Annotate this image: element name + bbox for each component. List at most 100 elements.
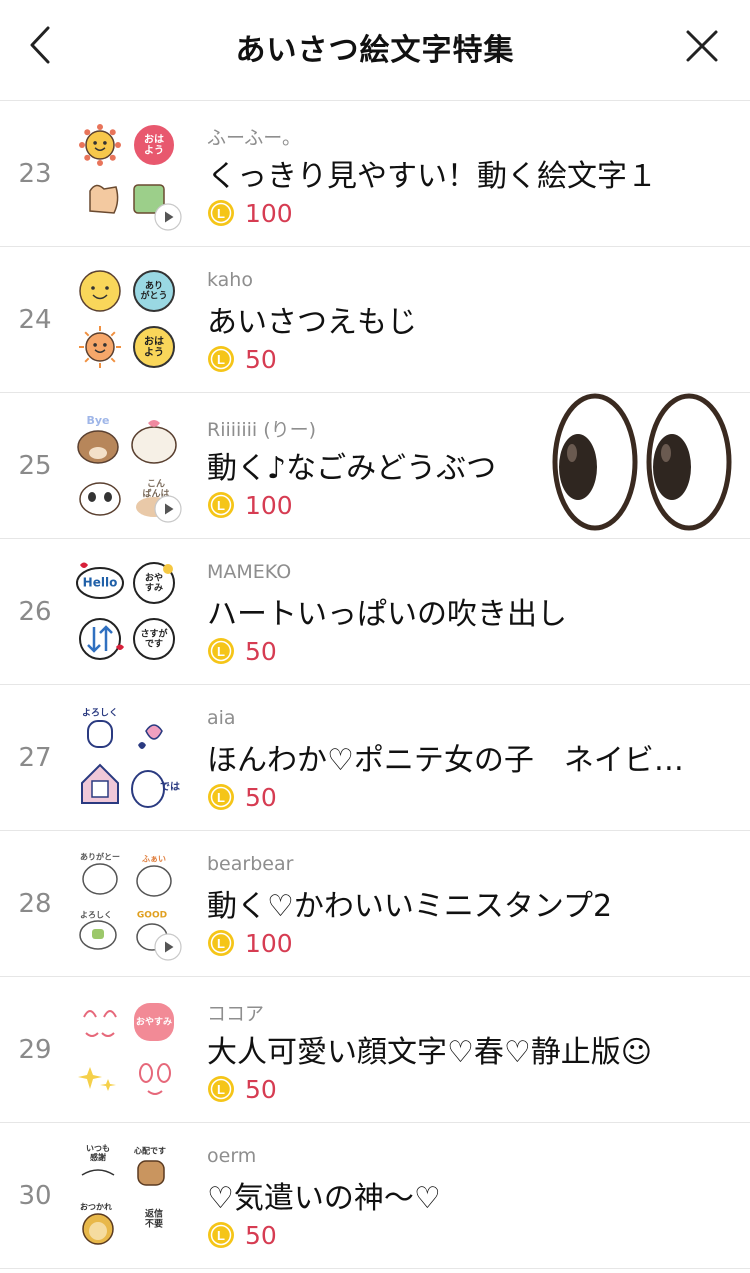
price: L 100	[207, 490, 293, 520]
sticker-panda-eye	[88, 492, 96, 502]
rank-number: 23	[18, 159, 52, 189]
sun-ray	[84, 331, 90, 337]
sticker-text: よろしく	[80, 911, 112, 920]
price-value: 50	[245, 1074, 277, 1104]
coin-letter: L	[217, 1228, 225, 1243]
emoji-set-thumbnail[interactable]: おやすみ	[76, 997, 180, 1101]
rank-number: 24	[18, 305, 52, 335]
sticker-thumbsup	[89, 184, 119, 214]
coin-icon: L	[208, 346, 234, 372]
sticker-bear-snout	[89, 447, 107, 459]
sticker-face	[79, 270, 121, 312]
sticker-thumbnail-image: よろしくでは	[81, 708, 180, 808]
sticker-eye	[139, 1063, 153, 1083]
sticker-bear	[136, 865, 172, 897]
coin-icon: L	[208, 930, 234, 956]
price-value: 50	[245, 782, 277, 812]
emoji-set-thumbnail[interactable]: おは よう	[76, 121, 182, 231]
emoji-set-title[interactable]: ほんわか♡ポニテ女の子 ネイビ…	[207, 735, 727, 779]
coin-icon: L	[208, 784, 234, 810]
list-item[interactable]: 30 いつも 感謝 心配です おつかれ 返信 不要 oerm ♡気遣いの神〜♡ L 50	[0, 1123, 750, 1269]
sticker-moon	[163, 564, 173, 574]
sticker-thumbnail-image: ありがとうおはよう	[79, 270, 175, 368]
sticker-text: よう	[144, 145, 164, 157]
emoji-set-title[interactable]: 動く♡かわいいミニスタンプ2	[207, 881, 727, 925]
sticker-eye	[157, 1063, 171, 1083]
list-item[interactable]: 29 おやすみ ココア 大人可愛い顔文字♡春♡静止版☺ L 50	[0, 977, 750, 1123]
author-name: oerm	[207, 1145, 257, 1167]
price-value: 100	[245, 490, 293, 520]
sticker-bear	[82, 863, 118, 895]
coin-letter: L	[217, 644, 225, 659]
emoji-set-thumbnail[interactable]: いつも 感謝 心配です おつかれ 返信 不要	[76, 1143, 180, 1247]
price-value: 50	[245, 636, 277, 666]
sticker-text: Bye	[86, 414, 109, 427]
page-title: あいさつ絵文字特集	[235, 33, 515, 68]
price-value: 100	[245, 928, 293, 958]
list-item[interactable]: 24 あり がとう おは よう kaho あいさつえもじ L 50	[0, 247, 750, 393]
price: L 50	[207, 782, 277, 812]
play-icon	[154, 203, 182, 231]
emoji-set-thumbnail[interactable]: Hello おや すみ さすが です	[76, 559, 180, 663]
sticker-face	[85, 130, 115, 160]
sticker-thumbnail-image: いつも感謝 心配ですおつかれ返信不要	[80, 1144, 166, 1245]
emoji-set-thumbnail[interactable]: Bye こん ばんは	[76, 413, 182, 523]
header-bar: あいさつ絵文字特集	[0, 0, 750, 101]
author-name: MAMEKO	[207, 561, 292, 583]
price: L 50	[207, 1221, 277, 1250]
sticker-line	[81, 1169, 115, 1176]
rank-number: 27	[18, 743, 52, 773]
sticker-text: Hello	[83, 576, 118, 590]
sticker-eye	[105, 286, 109, 290]
coin-icon: L	[208, 638, 234, 664]
emoji-set-title[interactable]: ♡気遣いの神〜♡	[207, 1173, 727, 1217]
rank-number: 25	[18, 451, 52, 481]
coin-icon: L	[208, 1222, 234, 1248]
sticker-eye	[103, 343, 107, 347]
emoji-set-thumbnail[interactable]: ありがとー ふぁい よろしく GOOD	[76, 851, 182, 961]
author-name: bearbear	[207, 853, 294, 875]
sticker-text: すみ	[145, 583, 163, 594]
sun-ray	[109, 154, 116, 161]
coin-icon: L	[208, 1076, 234, 1102]
emoji-set-title[interactable]: 大人可愛い顔文字♡春♡静止版☺	[207, 1027, 727, 1071]
sticker-heart	[148, 420, 160, 427]
sun-ray	[115, 142, 121, 148]
emoji-set-title[interactable]: あいさつえもじ	[207, 297, 727, 341]
sticker-eye	[103, 141, 107, 145]
coin-letter: L	[217, 352, 225, 367]
sticker-card	[92, 929, 104, 939]
sticker-cat	[131, 426, 177, 464]
coin-icon: L	[208, 492, 234, 518]
close-icon[interactable]	[682, 26, 722, 66]
play-icon	[154, 495, 182, 523]
rank-number: 29	[18, 1035, 52, 1065]
sun-ray	[84, 357, 90, 363]
sticker-sparkle	[78, 1067, 102, 1089]
sticker-text: GOOD	[137, 911, 167, 921]
sun-ray	[84, 154, 91, 161]
sticker-text: よろしく	[82, 708, 118, 719]
sticker-heart	[80, 562, 88, 568]
price: L 50	[207, 636, 277, 666]
sticker-heart	[145, 724, 163, 740]
sticker-cheeks	[85, 1032, 115, 1037]
sticker-text: こん	[147, 479, 165, 490]
emoji-set-thumbnail[interactable]: よろしく では	[76, 705, 180, 809]
sticker-thumbnail-image: おやすみ	[78, 1003, 174, 1095]
list-item[interactable]: 28 ありがとー ふぁい よろしく GOOD bearbear 動く♡かわいいミニスタンプ2…	[0, 831, 750, 977]
sticker-mouth	[147, 1090, 163, 1095]
emoji-set-title[interactable]: くっきり見やすい！動く絵文字１	[207, 151, 727, 195]
rank-number: 30	[18, 1181, 52, 1211]
list-item[interactable]: 27 よろしく では aia ほんわか♡ポニテ女の子 ネイビ… L 50	[0, 685, 750, 831]
sticker-text: です	[145, 639, 163, 650]
sticker-sparkle	[100, 1079, 116, 1091]
sun-ray	[110, 357, 116, 363]
chevron-left-icon[interactable]	[22, 22, 62, 68]
emoji-set-thumbnail[interactable]: あり がとう おは よう	[76, 267, 180, 371]
sticker-text: おや	[145, 573, 163, 584]
list-item[interactable]: 23 おは よう ふーふー。 くっきり見やすい！動く絵文字１ L 100	[0, 101, 750, 247]
emoji-set-title[interactable]: ハートいっぱいの吹き出し	[207, 589, 727, 633]
list-item[interactable]: 26 Hello おや すみ さすが です MAMEKO ハートいっぱいの吹き出し L 50	[0, 539, 750, 685]
sticker-eye	[91, 286, 95, 290]
